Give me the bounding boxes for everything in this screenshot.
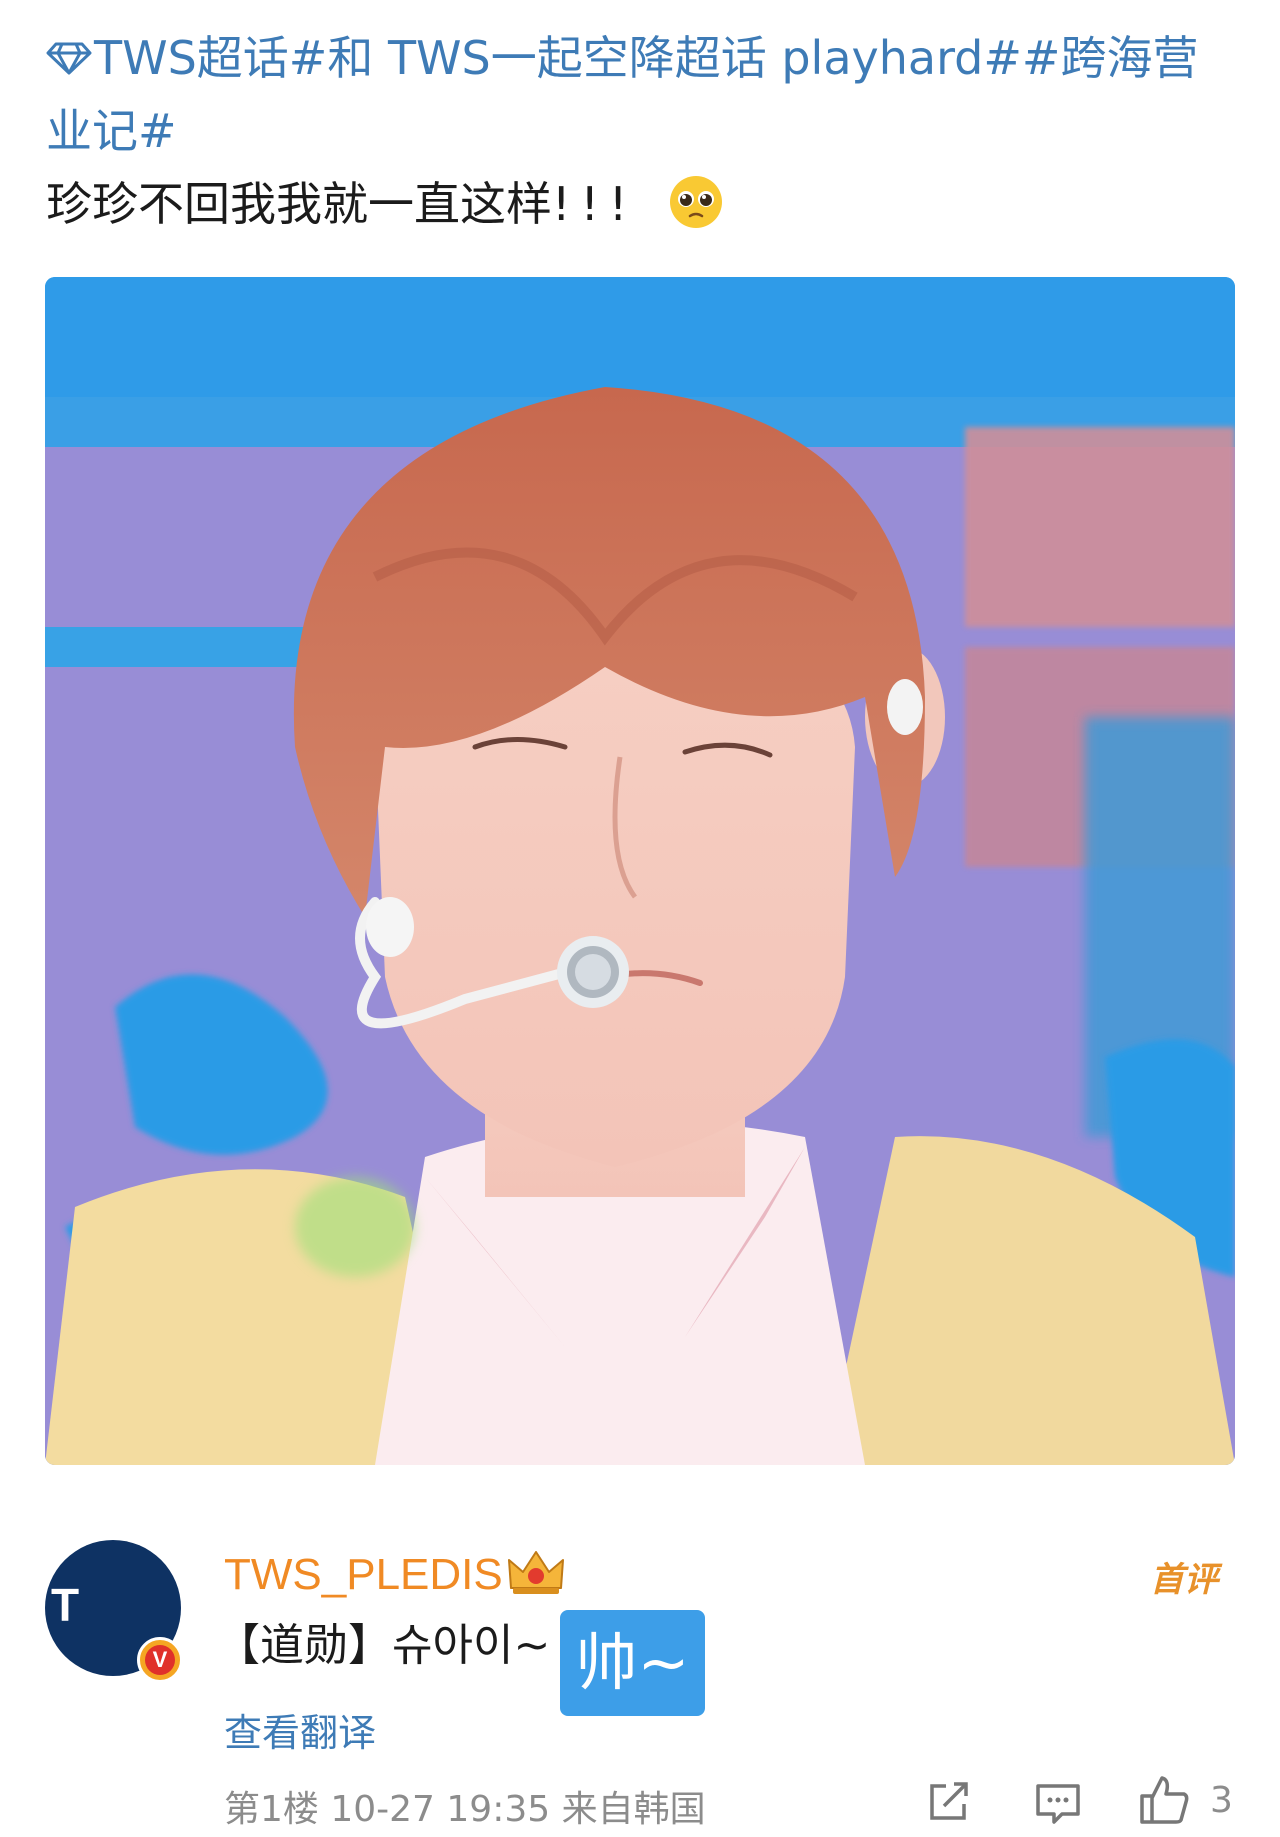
post-exclamation: !!!: [552, 177, 638, 231]
like-icon[interactable]: [1138, 1774, 1190, 1826]
first-comment-badge: 首评: [1150, 1560, 1218, 1600]
post-main-text: 珍珍不回我我就一直这样: [46, 177, 552, 231]
comment-icon[interactable]: [1034, 1780, 1082, 1826]
sticker-image[interactable]: 帅~: [560, 1610, 705, 1716]
share-icon[interactable]: [924, 1778, 972, 1826]
comment-item: T V TWS_PLEDIS 首评 【道勋】슈아이~ 帅~ 查看翻译 第1楼 1…: [0, 1530, 1280, 1837]
crown-icon: [508, 1551, 564, 1594]
diamond-icon: [46, 42, 92, 75]
topic-link[interactable]: TWS超话#和 TWS一起空降超话 playhard##跨海营业记#: [46, 31, 1198, 158]
comment-text: 【道勋】슈아이~: [216, 1620, 551, 1671]
translate-link[interactable]: 查看翻译: [224, 1702, 376, 1757]
topic-text: TWS超话#和 TWS一起空降超话 playhard##跨海营业记#: [46, 31, 1199, 158]
pleading-face-icon: [670, 176, 723, 228]
verified-icon: V: [137, 1637, 183, 1683]
post-text: TWS超话#和 TWS一起空降超话 playhard##跨海营业记# 珍珍不回我…: [46, 22, 1236, 241]
post-photo[interactable]: [45, 277, 1235, 1465]
comment-meta: 第1楼 10-27 19:35 来自韩国: [224, 1789, 706, 1830]
username[interactable]: TWS_PLEDIS: [224, 1550, 503, 1600]
avatar-text: T: [51, 1579, 80, 1631]
like-count: 3: [1210, 1780, 1233, 1821]
